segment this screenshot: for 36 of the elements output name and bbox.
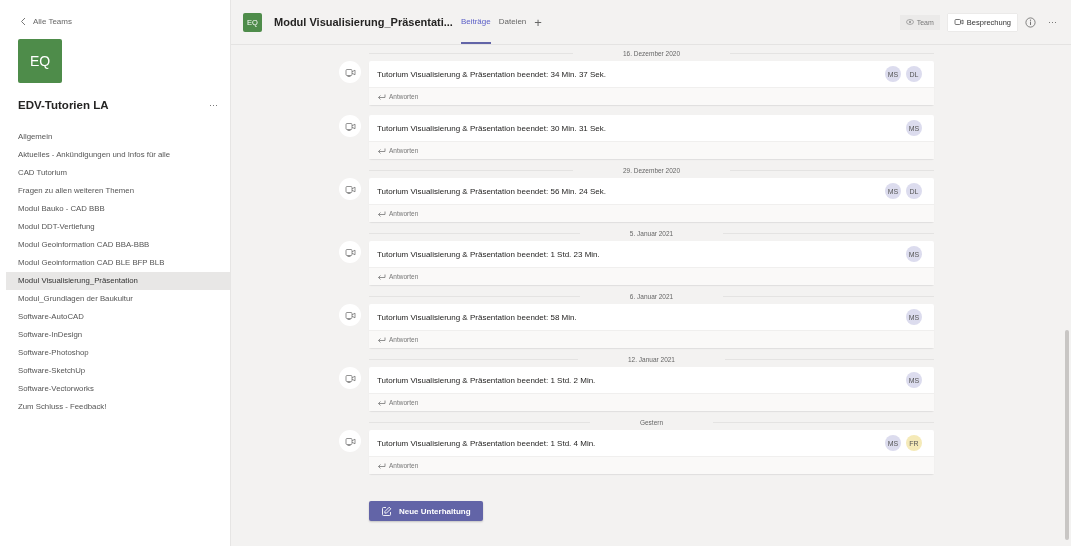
add-tab-button[interactable]: + [534, 14, 542, 30]
video-camera-icon [953, 18, 964, 26]
reply-icon [377, 273, 386, 280]
back-link[interactable]: Alle Teams [33, 17, 72, 26]
tab[interactable]: Dateien [498, 0, 527, 44]
reply-icon [377, 399, 386, 406]
reply-icon [377, 462, 386, 469]
message-text: Tutorium Visualisierung & Präsentation beendet: 1 Std. 23 Min. [377, 249, 601, 259]
meeting-icon [339, 115, 361, 137]
edit-icon [381, 505, 392, 517]
reply-icon [377, 147, 386, 154]
meeting-icon [339, 430, 361, 452]
meeting-icon [339, 367, 361, 389]
message-text: Tutorium Visualisierung & Präsentation beendet: 1 Std. 4 Min. [377, 438, 597, 448]
team-avatar: EQ [18, 39, 62, 83]
more-button[interactable]: ··· [1048, 17, 1057, 27]
scrollbar[interactable] [1065, 330, 1069, 540]
reply-icon [377, 93, 386, 100]
more-button[interactable]: ··· [209, 100, 218, 110]
message-text: Tutorium Visualisierung & Präsentation beendet: 58 Min. [377, 312, 578, 322]
meeting-icon [339, 61, 361, 83]
message-text: Tutorium Visualisierung & Präsentation beendet: 56 Min. 24 Sek. [377, 186, 608, 196]
eye-icon [905, 19, 914, 25]
message-text: Tutorium Visualisierung & Präsentation beendet: 30 Min. 31 Sek. [377, 123, 608, 133]
team-name: EDV-Tutorien LA [18, 99, 109, 111]
reply-icon [377, 210, 386, 217]
new-conversation-button[interactable]: Neue Unterhaltung [369, 501, 483, 521]
channel-title: Modul Visualisierung_Präsentati... [274, 16, 453, 28]
message-text: Tutorium Visualisierung & Präsentation beendet: 34 Min. 37 Sek. [377, 69, 608, 79]
message-text: Tutorium Visualisierung & Präsentation beendet: 1 Std. 2 Min. [377, 375, 597, 385]
info-icon[interactable] [1025, 16, 1036, 28]
meeting-icon [339, 241, 361, 263]
back-icon[interactable] [20, 17, 26, 26]
reply-icon [377, 336, 386, 343]
meeting-icon [339, 304, 361, 326]
meeting-icon [339, 178, 361, 200]
